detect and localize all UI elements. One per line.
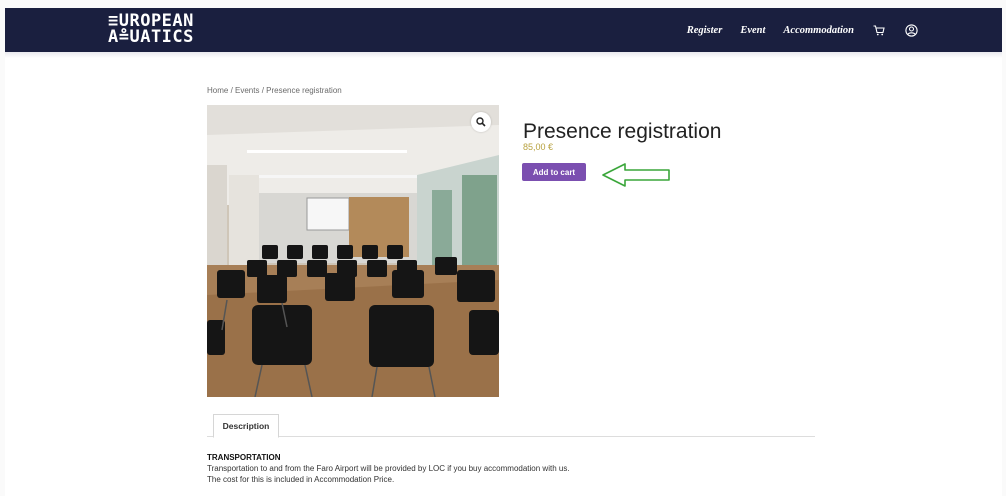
nav-accommodation[interactable]: Accommodation <box>783 25 854 36</box>
description-line-2: The cost for this is included in Accommo… <box>207 475 395 484</box>
header-shadow <box>5 52 1002 58</box>
nav-event[interactable]: Event <box>740 25 765 36</box>
product-price: 85,00 € <box>523 142 554 152</box>
breadcrumb[interactable]: Home / Events / Presence registration <box>207 86 342 95</box>
product-image[interactable] <box>207 105 499 397</box>
tab-description[interactable]: Description <box>213 414 279 438</box>
zoom-icon[interactable] <box>471 112 491 132</box>
logo-line-2: A≗UATICS <box>108 27 194 47</box>
account-icon[interactable] <box>904 23 918 37</box>
conference-room-photo <box>207 105 499 397</box>
main-nav: Register Event Accommodation <box>669 8 918 52</box>
green-arrow-annotation-icon <box>602 163 670 187</box>
description-line-1: Transportation to and from the Faro Airp… <box>207 464 570 473</box>
site-header: ≡UROPEAN A≗UATICS Register Event Accommo… <box>5 8 1002 52</box>
tabs-divider <box>207 436 815 437</box>
product-description: TRANSPORTATION Transportation to and fro… <box>207 452 827 485</box>
page: ≡UROPEAN A≗UATICS Register Event Accommo… <box>5 8 1002 496</box>
product-title: Presence registration <box>523 120 722 144</box>
description-heading: TRANSPORTATION <box>207 453 281 462</box>
nav-register[interactable]: Register <box>687 25 723 36</box>
cart-icon[interactable] <box>872 23 886 37</box>
add-to-cart-button[interactable]: Add to cart <box>522 163 586 181</box>
european-aquatics-logo[interactable]: ≡UROPEAN A≗UATICS <box>108 13 194 47</box>
